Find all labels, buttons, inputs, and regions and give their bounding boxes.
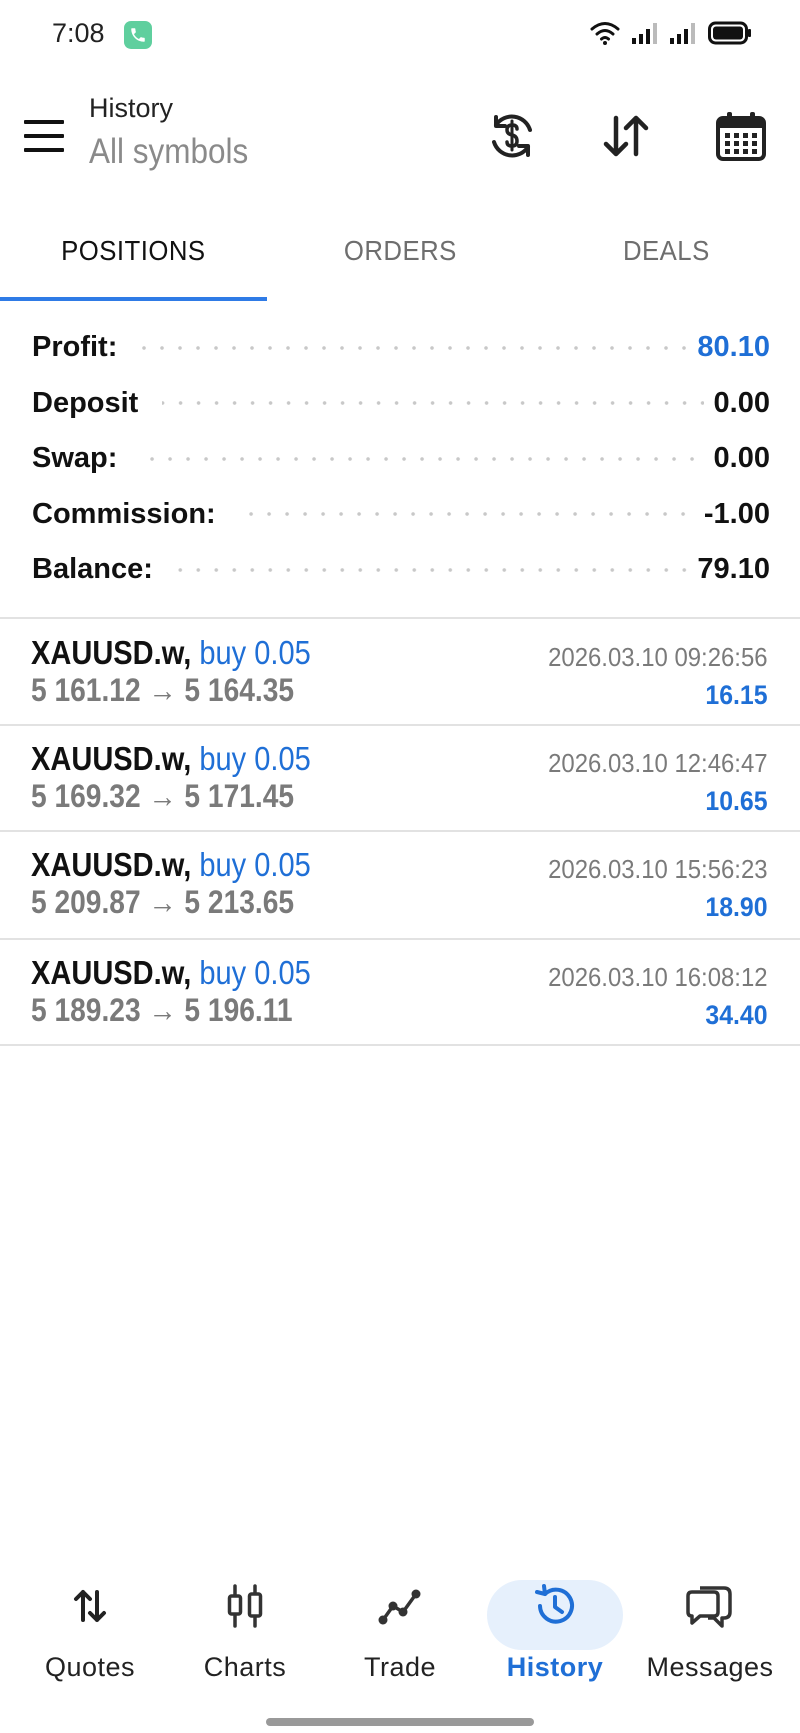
summary-value: 0.00 — [713, 442, 770, 475]
open-price: 5 161.12 — [31, 672, 141, 708]
summary-value: -1.00 — [703, 497, 770, 530]
position-side: buy 0.05 — [199, 954, 311, 991]
position-symbol-line: XAUUSD.w, buy 0.05 — [31, 740, 311, 778]
position-symbol-line: XAUUSD.w, buy 0.05 — [31, 634, 311, 672]
dot-leader — [141, 456, 704, 461]
summary-row-balance: Balance: 79.10 — [32, 542, 770, 598]
status-bar: 7:08 — [0, 0, 800, 70]
position-time: 2026.03.10 16:08:12 — [548, 962, 768, 992]
position-side: buy 0.05 — [199, 634, 311, 671]
nav-trade[interactable]: Trade — [320, 1568, 480, 1698]
summary-label: Balance: — [32, 553, 167, 587]
nav-label: Trade — [363, 1652, 437, 1682]
position-symbol-line: XAUUSD.w, buy 0.05 — [31, 846, 311, 884]
quotes-icon — [60, 1582, 120, 1630]
app-header: History All symbols — [0, 80, 800, 190]
nav-charts[interactable]: Charts — [165, 1568, 325, 1698]
summary-label: Deposit — [32, 386, 153, 420]
position-symbol-line: XAUUSD.w, buy 0.05 — [31, 954, 311, 992]
status-time: 7:08 — [52, 18, 105, 48]
nav-history[interactable]: History — [475, 1568, 635, 1698]
summary-value: 80.10 — [697, 331, 770, 364]
position-profit: 16.15 — [705, 680, 768, 710]
tab-indicator — [0, 297, 267, 301]
summary-value: 0.00 — [713, 386, 770, 419]
dot-leader — [239, 512, 694, 517]
open-price: 5 169.32 — [31, 778, 141, 814]
position-side: buy 0.05 — [199, 740, 311, 777]
position-prices: 5 169.32 → 5 171.45 — [31, 778, 294, 815]
nav-quotes[interactable]: Quotes — [10, 1568, 170, 1698]
position-profit: 10.65 — [705, 786, 768, 816]
trade-icon — [370, 1582, 430, 1630]
close-price: 5 213.65 — [184, 884, 295, 920]
arrow: → — [148, 672, 177, 708]
open-price: 5 189.23 — [31, 992, 141, 1028]
summary-label: Commission: — [32, 497, 230, 531]
summary-label: Profit: — [32, 331, 132, 365]
history-icon — [525, 1582, 585, 1630]
page-title: History — [89, 93, 174, 123]
arrow: → — [148, 778, 177, 814]
call-icon — [124, 21, 152, 49]
position-profit: 34.40 — [705, 1000, 768, 1030]
arrow: → — [148, 992, 177, 1028]
nav-label: Quotes — [44, 1652, 136, 1682]
calendar-icon[interactable] — [711, 106, 771, 166]
position-symbol: XAUUSD.w, — [31, 846, 192, 883]
nav-label: Messages — [646, 1652, 774, 1682]
battery-icon — [708, 21, 752, 50]
close-price: 5 196.11 — [184, 992, 293, 1028]
summary-row-profit: Profit: 80.10 — [32, 320, 770, 376]
position-row[interactable]: XAUUSD.w, buy 0.05 5 189.23 → 5 196.11 2… — [0, 940, 800, 1044]
tab-orders[interactable]: ORDERS — [277, 200, 522, 302]
divider — [0, 1044, 800, 1046]
position-row[interactable]: XAUUSD.w, buy 0.05 5 209.87 → 5 213.65 2… — [0, 832, 800, 936]
nav-label: Charts — [203, 1652, 287, 1682]
close-price: 5 171.45 — [184, 778, 295, 814]
divider — [0, 617, 800, 619]
arrow: → — [148, 884, 177, 920]
tab-positions[interactable]: POSITIONS — [11, 200, 256, 302]
summary-value: 79.10 — [697, 553, 770, 586]
history-tabs: POSITIONS ORDERS DEALS — [0, 200, 800, 302]
dot-leader — [141, 345, 688, 350]
messages-icon — [680, 1582, 740, 1630]
menu-icon[interactable] — [22, 116, 66, 156]
account-summary: Profit: 80.10 Deposit 0.00 Swap: 0.00 Co… — [32, 320, 770, 598]
tab-deals[interactable]: DEALS — [544, 200, 789, 302]
home-indicator[interactable] — [266, 1718, 534, 1726]
position-symbol: XAUUSD.w, — [31, 954, 192, 991]
position-prices: 5 161.12 → 5 164.35 — [31, 672, 294, 709]
currency-refresh-icon[interactable] — [482, 106, 542, 166]
close-price: 5 164.35 — [184, 672, 295, 708]
open-price: 5 209.87 — [31, 884, 141, 920]
summary-label: Swap: — [32, 442, 132, 476]
position-time: 2026.03.10 15:56:23 — [548, 854, 768, 884]
position-prices: 5 189.23 → 5 196.11 — [31, 992, 292, 1029]
nav-label: History — [506, 1652, 604, 1682]
summary-row-swap: Swap: 0.00 — [32, 431, 770, 487]
signal-icon — [670, 22, 696, 49]
dot-leader — [162, 401, 704, 406]
bottom-navigation: Quotes Charts Trade History Messages — [0, 1568, 800, 1698]
position-symbol: XAUUSD.w, — [31, 740, 192, 777]
dot-leader — [176, 567, 688, 572]
symbol-filter[interactable]: All symbols — [89, 132, 248, 172]
sort-icon[interactable] — [596, 106, 656, 166]
position-time: 2026.03.10 12:46:47 — [548, 748, 768, 778]
position-prices: 5 209.87 → 5 213.65 — [31, 884, 294, 921]
charts-icon — [215, 1582, 275, 1630]
position-time: 2026.03.10 09:26:56 — [548, 642, 768, 672]
position-row[interactable]: XAUUSD.w, buy 0.05 5 169.32 → 5 171.45 2… — [0, 726, 800, 830]
position-profit: 18.90 — [705, 892, 768, 922]
position-row[interactable]: XAUUSD.w, buy 0.05 5 161.12 → 5 164.35 2… — [0, 620, 800, 724]
wifi-icon — [590, 20, 620, 51]
position-symbol: XAUUSD.w, — [31, 634, 192, 671]
position-side: buy 0.05 — [199, 846, 311, 883]
signal-icon — [632, 22, 658, 49]
summary-row-commission: Commission: -1.00 — [32, 487, 770, 543]
nav-messages[interactable]: Messages — [630, 1568, 790, 1698]
summary-row-deposit: Deposit 0.00 — [32, 376, 770, 432]
